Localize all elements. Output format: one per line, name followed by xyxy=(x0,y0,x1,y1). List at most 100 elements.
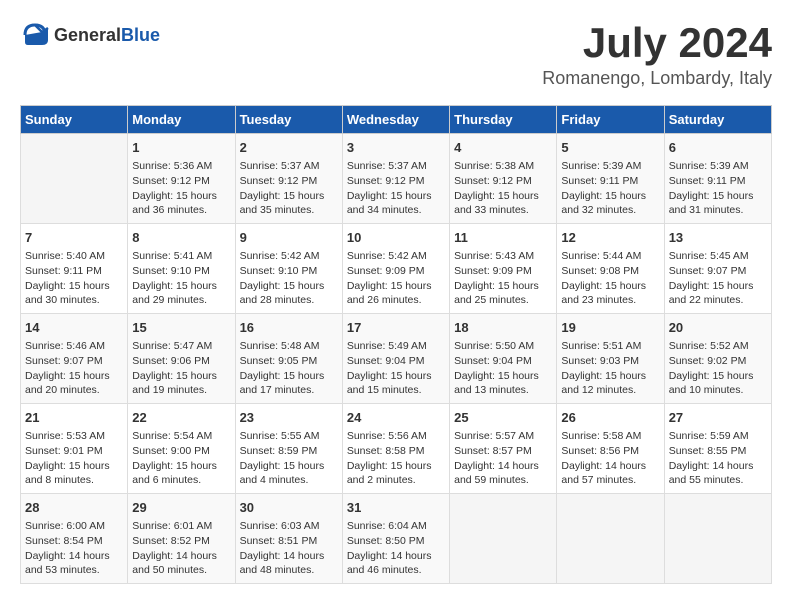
calendar-cell: 26Sunrise: 5:58 AM Sunset: 8:56 PM Dayli… xyxy=(557,404,664,494)
day-info: Sunrise: 5:46 AM Sunset: 9:07 PM Dayligh… xyxy=(25,339,123,398)
calendar-week-5: 28Sunrise: 6:00 AM Sunset: 8:54 PM Dayli… xyxy=(21,493,772,583)
calendar-body: 1 Sunrise: 5:36 AM Sunset: 9:12 PM Daylig… xyxy=(21,134,772,584)
day-info: Sunrise: 6:00 AM Sunset: 8:54 PM Dayligh… xyxy=(25,519,123,578)
day-info: Sunrise: 5:56 AM Sunset: 8:58 PM Dayligh… xyxy=(347,429,445,488)
logo-general: General xyxy=(54,25,121,45)
calendar-cell: 1 Sunrise: 5:36 AM Sunset: 9:12 PM Daylig… xyxy=(128,134,235,224)
day-number: 15 xyxy=(132,319,230,337)
day-header-tuesday: Tuesday xyxy=(235,106,342,134)
calendar-cell: 3 Sunrise: 5:37 AM Sunset: 9:12 PM Daylig… xyxy=(342,134,449,224)
page-header: GeneralBlue July 2024 Romanengo, Lombard… xyxy=(20,20,772,89)
day-header-saturday: Saturday xyxy=(664,106,771,134)
day-info: Sunrise: 5:48 AM Sunset: 9:05 PM Dayligh… xyxy=(240,339,338,398)
day-number: 29 xyxy=(132,499,230,517)
calendar-cell: 29 Sunrise: 6:01 AM Sunset: 8:52 PM Dayli… xyxy=(128,493,235,583)
calendar-cell: 2 Sunrise: 5:37 AM Sunset: 9:12 PM Daylig… xyxy=(235,134,342,224)
calendar-cell: 28Sunrise: 6:00 AM Sunset: 8:54 PM Dayli… xyxy=(21,493,128,583)
day-info: Sunrise: 5:59 AM Sunset: 8:55 PM Dayligh… xyxy=(669,429,767,488)
calendar-week-3: 14Sunrise: 5:46 AM Sunset: 9:07 PM Dayli… xyxy=(21,314,772,404)
calendar-cell: 9Sunrise: 5:42 AM Sunset: 9:10 PM Daylig… xyxy=(235,224,342,314)
day-info: Sunrise: 5:55 AM Sunset: 8:59 PM Dayligh… xyxy=(240,429,338,488)
day-number: 20 xyxy=(669,319,767,337)
title-block: July 2024 Romanengo, Lombardy, Italy xyxy=(542,20,772,89)
day-info: Sunrise: 5:45 AM Sunset: 9:07 PM Dayligh… xyxy=(669,249,767,308)
calendar-cell: 8 Sunrise: 5:41 AM Sunset: 9:10 PM Daylig… xyxy=(128,224,235,314)
calendar-cell xyxy=(557,493,664,583)
calendar-cell: 22 Sunrise: 5:54 AM Sunset: 9:00 PM Dayli… xyxy=(128,404,235,494)
calendar-cell xyxy=(664,493,771,583)
month-title: July 2024 xyxy=(542,20,772,66)
logo-text: GeneralBlue xyxy=(54,25,160,46)
day-number: 16 xyxy=(240,319,338,337)
calendar-cell: 14Sunrise: 5:46 AM Sunset: 9:07 PM Dayli… xyxy=(21,314,128,404)
day-number: 1 xyxy=(132,139,230,157)
day-number: 31 xyxy=(347,499,445,517)
day-info: Sunrise: 5:37 AM Sunset: 9:12 PM Dayligh… xyxy=(347,159,445,218)
day-header-wednesday: Wednesday xyxy=(342,106,449,134)
day-info: Sunrise: 5:36 AM Sunset: 9:12 PM Dayligh… xyxy=(132,159,230,218)
calendar-cell: 6Sunrise: 5:39 AM Sunset: 9:11 PM Daylig… xyxy=(664,134,771,224)
calendar-cell: 15Sunrise: 5:47 AM Sunset: 9:06 PM Dayli… xyxy=(128,314,235,404)
day-number: 2 xyxy=(240,139,338,157)
day-info: Sunrise: 5:44 AM Sunset: 9:08 PM Dayligh… xyxy=(561,249,659,308)
calendar-cell: 30 Sunrise: 6:03 AM Sunset: 8:51 PM Dayli… xyxy=(235,493,342,583)
calendar-cell: 16 Sunrise: 5:48 AM Sunset: 9:05 PM Dayli… xyxy=(235,314,342,404)
day-header-sunday: Sunday xyxy=(21,106,128,134)
calendar-cell: 12Sunrise: 5:44 AM Sunset: 9:08 PM Dayli… xyxy=(557,224,664,314)
day-number: 3 xyxy=(347,139,445,157)
day-number: 13 xyxy=(669,229,767,247)
day-number: 18 xyxy=(454,319,552,337)
day-info: Sunrise: 5:51 AM Sunset: 9:03 PM Dayligh… xyxy=(561,339,659,398)
day-number: 30 xyxy=(240,499,338,517)
day-number: 24 xyxy=(347,409,445,427)
calendar-header-row: SundayMondayTuesdayWednesdayThursdayFrid… xyxy=(21,106,772,134)
logo-blue: Blue xyxy=(121,25,160,45)
day-info: Sunrise: 5:38 AM Sunset: 9:12 PM Dayligh… xyxy=(454,159,552,218)
calendar-cell: 7Sunrise: 5:40 AM Sunset: 9:11 PM Daylig… xyxy=(21,224,128,314)
day-info: Sunrise: 5:49 AM Sunset: 9:04 PM Dayligh… xyxy=(347,339,445,398)
location-subtitle: Romanengo, Lombardy, Italy xyxy=(542,68,772,89)
calendar-cell: 4 Sunrise: 5:38 AM Sunset: 9:12 PM Daylig… xyxy=(450,134,557,224)
day-number: 25 xyxy=(454,409,552,427)
calendar-cell: 10Sunrise: 5:42 AM Sunset: 9:09 PM Dayli… xyxy=(342,224,449,314)
calendar-cell: 17Sunrise: 5:49 AM Sunset: 9:04 PM Dayli… xyxy=(342,314,449,404)
day-info: Sunrise: 5:39 AM Sunset: 9:11 PM Dayligh… xyxy=(561,159,659,218)
calendar-week-2: 7Sunrise: 5:40 AM Sunset: 9:11 PM Daylig… xyxy=(21,224,772,314)
calendar-cell: 18Sunrise: 5:50 AM Sunset: 9:04 PM Dayli… xyxy=(450,314,557,404)
day-info: Sunrise: 5:43 AM Sunset: 9:09 PM Dayligh… xyxy=(454,249,552,308)
calendar-week-4: 21 Sunrise: 5:53 AM Sunset: 9:01 PM Dayli… xyxy=(21,404,772,494)
day-number: 21 xyxy=(25,409,123,427)
day-number: 22 xyxy=(132,409,230,427)
day-header-monday: Monday xyxy=(128,106,235,134)
calendar-cell: 24 Sunrise: 5:56 AM Sunset: 8:58 PM Dayli… xyxy=(342,404,449,494)
logo: GeneralBlue xyxy=(20,20,160,50)
calendar-cell: 11 Sunrise: 5:43 AM Sunset: 9:09 PM Dayli… xyxy=(450,224,557,314)
day-number: 27 xyxy=(669,409,767,427)
day-info: Sunrise: 5:57 AM Sunset: 8:57 PM Dayligh… xyxy=(454,429,552,488)
calendar-cell: 27 Sunrise: 5:59 AM Sunset: 8:55 PM Dayli… xyxy=(664,404,771,494)
day-number: 4 xyxy=(454,139,552,157)
day-number: 10 xyxy=(347,229,445,247)
day-info: Sunrise: 6:01 AM Sunset: 8:52 PM Dayligh… xyxy=(132,519,230,578)
calendar-cell: 19 Sunrise: 5:51 AM Sunset: 9:03 PM Dayli… xyxy=(557,314,664,404)
logo-icon xyxy=(20,20,50,50)
day-number: 6 xyxy=(669,139,767,157)
day-number: 19 xyxy=(561,319,659,337)
day-number: 8 xyxy=(132,229,230,247)
calendar-cell: 25 Sunrise: 5:57 AM Sunset: 8:57 PM Dayli… xyxy=(450,404,557,494)
day-info: Sunrise: 6:04 AM Sunset: 8:50 PM Dayligh… xyxy=(347,519,445,578)
day-info: Sunrise: 6:03 AM Sunset: 8:51 PM Dayligh… xyxy=(240,519,338,578)
day-info: Sunrise: 5:37 AM Sunset: 9:12 PM Dayligh… xyxy=(240,159,338,218)
calendar-cell: 21 Sunrise: 5:53 AM Sunset: 9:01 PM Dayli… xyxy=(21,404,128,494)
day-info: Sunrise: 5:52 AM Sunset: 9:02 PM Dayligh… xyxy=(669,339,767,398)
day-info: Sunrise: 5:41 AM Sunset: 9:10 PM Dayligh… xyxy=(132,249,230,308)
calendar-cell: 5Sunrise: 5:39 AM Sunset: 9:11 PM Daylig… xyxy=(557,134,664,224)
day-number: 23 xyxy=(240,409,338,427)
calendar-cell: 31 Sunrise: 6:04 AM Sunset: 8:50 PM Dayli… xyxy=(342,493,449,583)
day-number: 26 xyxy=(561,409,659,427)
calendar-table: SundayMondayTuesdayWednesdayThursdayFrid… xyxy=(20,105,772,584)
day-info: Sunrise: 5:53 AM Sunset: 9:01 PM Dayligh… xyxy=(25,429,123,488)
day-number: 11 xyxy=(454,229,552,247)
day-info: Sunrise: 5:54 AM Sunset: 9:00 PM Dayligh… xyxy=(132,429,230,488)
calendar-cell: 13 Sunrise: 5:45 AM Sunset: 9:07 PM Dayli… xyxy=(664,224,771,314)
